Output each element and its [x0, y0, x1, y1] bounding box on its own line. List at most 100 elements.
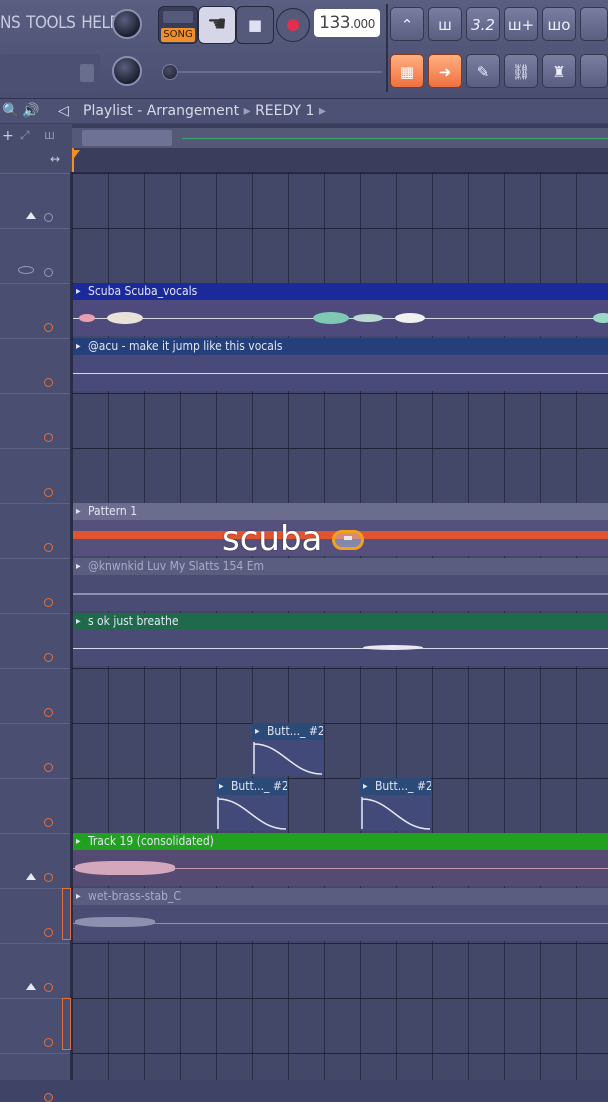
- clip-label: Scuba Scuba_vocals: [73, 283, 608, 300]
- keyboard-small-icon[interactable]: ш: [44, 128, 55, 142]
- clip-butt-2-b[interactable]: Butt..._ #2: [216, 778, 287, 831]
- automation-curve: [253, 742, 323, 775]
- clip-track-19[interactable]: Track 19 (consolidated): [73, 833, 608, 886]
- track-mute-button[interactable]: [44, 1093, 53, 1102]
- clip-acu-vocals[interactable]: @acu - make it jump like this vocals: [73, 338, 608, 391]
- track-separator: [0, 833, 70, 834]
- more-tools-button-2[interactable]: [580, 54, 608, 88]
- keyboard-icon: [80, 64, 94, 82]
- waveform-peak: [363, 645, 423, 650]
- tempo-display[interactable]: 133.000: [314, 9, 380, 37]
- song-mode-label: SONG: [161, 28, 195, 42]
- link-small-icon[interactable]: ⤢: [20, 128, 30, 143]
- play-button[interactable]: ☚: [198, 6, 236, 44]
- breadcrumb-separator: ▸: [243, 103, 251, 119]
- track-mute-button[interactable]: [44, 873, 53, 882]
- timeline-ruler[interactable]: [72, 124, 608, 173]
- track-separator: [0, 943, 70, 944]
- master-volume-knob[interactable]: [112, 9, 142, 39]
- track-mute-button[interactable]: [44, 983, 53, 992]
- hint-panel: [0, 54, 100, 92]
- clip-automation: [216, 795, 287, 831]
- menu-item-tools[interactable]: TOOLS: [26, 13, 76, 33]
- clip-knwnkid[interactable]: @knwnkid Luv My Slatts 154 Em: [73, 558, 608, 611]
- clip-waveform: [73, 905, 608, 941]
- stop-button[interactable]: ■: [236, 6, 274, 44]
- song-start-marker[interactable]: [74, 150, 80, 158]
- track-mute-button[interactable]: [44, 818, 53, 827]
- playlist-header: 🔍 🔊 ◁ Playlist - Arrangement ▸ REEDY 1 ▸: [0, 99, 608, 123]
- track-mute-button[interactable]: [44, 213, 53, 222]
- pattern-song-toggle[interactable]: SONG: [158, 6, 198, 44]
- horizontal-scrollbar[interactable]: [72, 128, 608, 148]
- waveform-peak: [593, 313, 608, 323]
- track-mute-button[interactable]: [44, 543, 53, 552]
- waveform-peak: [75, 917, 155, 927]
- track-mute-button[interactable]: [44, 378, 53, 387]
- track-mute-button[interactable]: [44, 268, 53, 277]
- browser-button[interactable]: ♜: [542, 54, 576, 88]
- clip-just-breathe[interactable]: s ok just breathe: [73, 613, 608, 666]
- track-mute-button[interactable]: [44, 1038, 53, 1047]
- hand-cursor-icon: ☚: [207, 12, 227, 37]
- track-mute-button[interactable]: [44, 708, 53, 717]
- menu-item-options[interactable]: NS: [0, 13, 21, 33]
- loop-record-button[interactable]: шo: [542, 7, 576, 41]
- more-tools-button[interactable]: [580, 7, 608, 41]
- clip-waveform: [73, 850, 608, 886]
- track-mute-button[interactable]: [44, 323, 53, 332]
- clip-label: s ok just breathe: [73, 613, 608, 630]
- resize-icon[interactable]: ↔: [50, 152, 60, 166]
- track-mute-button[interactable]: [44, 653, 53, 662]
- clip-waveform: [73, 630, 608, 666]
- clip-scuba-vocals[interactable]: Scuba Scuba_vocals: [73, 283, 608, 336]
- step-edit-button[interactable]: ш+: [504, 7, 538, 41]
- track-mute-button[interactable]: [44, 928, 53, 937]
- playhead[interactable]: [72, 148, 74, 172]
- link-button[interactable]: ⛓: [504, 54, 538, 88]
- master-pitch-knob[interactable]: [112, 56, 142, 86]
- track-separator: [0, 778, 70, 779]
- clip-label: Butt..._ #2: [252, 723, 323, 740]
- stamp-icon: ♜: [552, 63, 566, 81]
- countdown-icon: 3.2: [471, 16, 495, 34]
- metronome-tool-button[interactable]: ⌃: [390, 7, 424, 41]
- scrollbar-thumb[interactable]: [82, 130, 172, 146]
- track-selection-box[interactable]: [62, 998, 71, 1050]
- clip-butt-2-c[interactable]: Butt..._ #2: [360, 778, 431, 831]
- automation-curve: [217, 797, 287, 830]
- piano-roll-button[interactable]: ▦: [390, 54, 424, 88]
- metronome-icon: ⌃: [400, 16, 414, 34]
- current-pattern-name[interactable]: REEDY 1: [255, 103, 314, 119]
- track-mute-button[interactable]: [44, 598, 53, 607]
- tempo-decimal: .000: [350, 17, 375, 31]
- toolbar-divider: [386, 4, 388, 92]
- track-mute-button[interactable]: [44, 433, 53, 442]
- waveform-peak: [79, 314, 95, 322]
- plus-icon[interactable]: +: [2, 128, 14, 144]
- waveform-line: [73, 648, 608, 649]
- track-visibility-icon[interactable]: [18, 266, 34, 274]
- clip-wet-brass-stab[interactable]: wet-brass-stab_C: [73, 888, 608, 941]
- speaker-icon[interactable]: 🔊: [22, 103, 39, 119]
- zoom-icon[interactable]: 🔍: [2, 103, 19, 119]
- tempo-value: 133: [319, 13, 351, 33]
- wait-input-button[interactable]: ш: [428, 7, 462, 41]
- slider-thumb[interactable]: [162, 64, 178, 80]
- track-collapse-icon[interactable]: [26, 983, 36, 990]
- track-collapse-icon[interactable]: [26, 873, 36, 880]
- clip-butt-2-a[interactable]: Butt..._ #2: [252, 723, 323, 776]
- track-separator: [0, 503, 70, 504]
- record-button[interactable]: [276, 8, 310, 42]
- track-column-tools: + ⤢ ш ↔: [0, 124, 72, 172]
- video-caption: scuba: [222, 516, 382, 562]
- mixer-button[interactable]: ✎: [466, 54, 500, 88]
- track-selection-box[interactable]: [62, 888, 71, 940]
- channel-rack-button[interactable]: ➜: [428, 54, 462, 88]
- track-mute-button[interactable]: [44, 763, 53, 772]
- track-mute-button[interactable]: [44, 488, 53, 497]
- snap-icon[interactable]: ◁: [58, 103, 69, 119]
- countdown-button[interactable]: 3.2: [466, 7, 500, 41]
- track-collapse-icon[interactable]: [26, 212, 36, 219]
- song-position-slider[interactable]: [160, 64, 382, 80]
